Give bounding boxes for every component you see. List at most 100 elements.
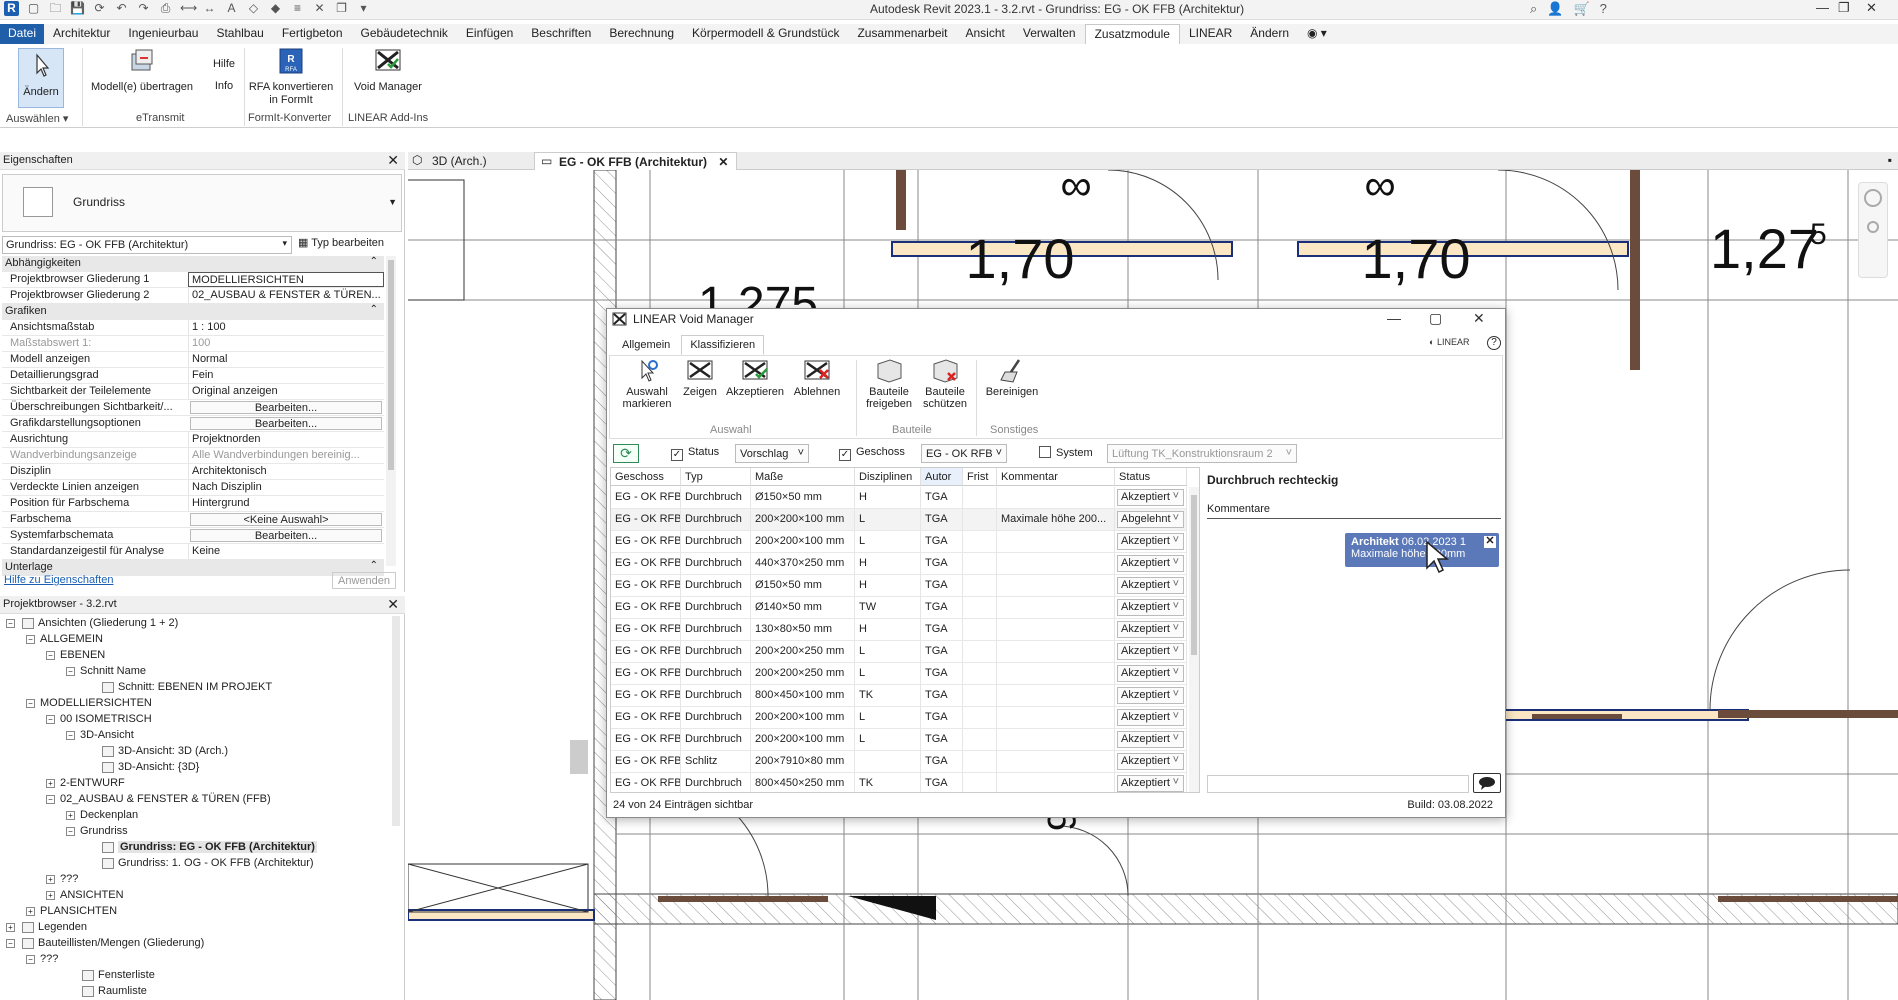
column-header[interactable]: Maße [751,468,855,485]
view-tab-eg-ok-ffb[interactable]: ▭ EG - OK FFB (Architektur) ✕ [534,152,738,170]
status-dropdown[interactable]: Akzeptiert [1115,619,1187,640]
dialog-help-icon[interactable]: ? [1487,336,1501,350]
browser-item[interactable]: − Bauteillisten/Mengen (Gliederung) [0,936,400,952]
project-browser-close-icon[interactable]: ✕ [387,596,399,613]
status-dropdown[interactable]: Akzeptiert [1115,663,1187,684]
browser-item[interactable]: + ANSICHTEN [0,888,400,904]
browser-item[interactable]: − Schnitt Name [0,664,400,680]
status-filter-checkbox[interactable]: ✓ Status [671,446,719,461]
property-edit-button[interactable]: Bearbeiten... [190,529,382,542]
collapse-toggle-icon[interactable]: − [66,667,75,676]
tab-zusatzmodule[interactable]: Zusatzmodule [1084,24,1180,44]
restore-button[interactable]: ❐ [1838,0,1850,16]
status-dropdown[interactable]: Akzeptiert [1115,641,1187,662]
new-icon[interactable]: ▢ [26,1,41,16]
property-value[interactable]: Hintergrund [188,496,384,511]
browser-item[interactable]: + PLANSICHTEN [0,904,400,920]
close-hidden-icon[interactable]: ✕ [312,1,327,16]
tab-einfuegen[interactable]: Einfügen [457,24,522,44]
auswahl-markieren-button[interactable]: Auswahl markieren [618,358,676,410]
browser-item[interactable]: Raumliste [0,984,400,1000]
browser-item[interactable]: −??? [0,952,400,968]
bereinigen-button[interactable]: Bereinigen [982,358,1042,398]
open-icon[interactable]: 🗀 [48,1,63,16]
expand-toggle-icon[interactable]: + [46,875,55,884]
browser-item[interactable]: +??? [0,872,400,888]
sync-icon[interactable]: ⟳ [92,1,107,16]
comment-input[interactable] [1207,775,1469,793]
dimension-icon[interactable]: ↔ [202,1,217,16]
tab-zusammenarbeit[interactable]: Zusammenarbeit [848,24,956,44]
status-dropdown[interactable]: Akzeptiert [1115,553,1187,574]
property-value[interactable]: 02_AUSBAU & FENSTER & TÜREN... [188,288,384,303]
info-button[interactable]: Info [208,80,240,93]
property-value[interactable]: Nach Disziplin [188,480,384,495]
rfa-konvertieren-button[interactable]: R RFA RFA konvertieren in FormIt [246,48,336,107]
property-value[interactable]: 1 : 100 [188,320,384,335]
geschoss-filter-dropdown[interactable]: EG - OK RFB ˅ [921,444,1007,463]
table-row[interactable]: EG - OK RFB Durchbruch 200×200×100 mm L TGA M… [611,509,1187,531]
collapse-toggle-icon[interactable]: − [6,939,15,948]
browser-item[interactable]: +2-ENTWURF [0,776,400,792]
system-filter-dropdown[interactable]: Lüftung TK_Konstruktionsraum 2 ˅ [1107,444,1297,463]
tab-architektur[interactable]: Architektur [44,24,119,44]
dialog-maximize-button[interactable]: ▢ [1429,310,1442,327]
tab-gebaeudetechnik[interactable]: Gebäudetechnik [352,24,457,44]
collapse-toggle-icon[interactable]: − [46,651,55,660]
help-icon[interactable]: ? [1600,1,1607,17]
type-selector[interactable]: Grundriss ▼ [2,174,402,232]
dialog-close-button[interactable]: ✕ [1473,310,1485,327]
comment-delete-icon[interactable]: ✕ [1484,536,1496,548]
expand-toggle-icon[interactable]: + [26,907,35,916]
column-header[interactable]: Status [1115,468,1187,485]
property-value[interactable]: Fein [188,368,384,383]
cart-icon[interactable]: 🛒 [1573,1,1589,17]
browser-item[interactable]: 3D-Ansicht: {3D} [0,760,400,776]
akzeptieren-button[interactable]: Akzeptieren [724,358,786,398]
view-tab-close-icon[interactable]: ✕ [718,155,728,169]
column-header[interactable]: Typ [681,468,751,485]
status-dropdown[interactable]: Akzeptiert [1115,487,1187,508]
status-dropdown[interactable]: Akzeptiert [1115,707,1187,728]
property-value[interactable]: Original anzeigen [188,384,384,399]
status-dropdown[interactable]: Abgelehnt [1115,509,1187,530]
column-header[interactable]: Autor [921,468,963,485]
aendern-button[interactable]: Ändern [18,48,64,108]
property-value[interactable]: Keine [188,544,384,559]
tab-ansicht[interactable]: Ansicht [957,24,1014,44]
table-row[interactable]: EG - OK RFB Durchbruch 440×370×250 mm H TGA A… [611,553,1187,575]
tab-berechnung[interactable]: Berechnung [600,24,683,44]
table-row[interactable]: EG - OK RFB Durchbruch Ø150×50 mm H TGA Akzep… [611,487,1187,509]
voids-table-scrollbar[interactable] [1189,487,1199,792]
property-value[interactable]: MODELLIERSICHTEN [188,272,384,287]
ribbon-options-icon[interactable]: ◉ ▾ [1298,24,1336,44]
browser-item[interactable]: − EBENEN [0,648,400,664]
properties-close-icon[interactable]: ✕ [387,152,399,169]
collapse-toggle-icon[interactable]: − [66,731,75,740]
browser-item[interactable]: + Deckenplan [0,808,400,824]
typ-bearbeiten-button[interactable]: ▦ Typ bearbeiten [298,236,384,249]
expand-toggle-icon[interactable]: + [46,779,55,788]
status-dropdown[interactable]: Akzeptiert [1115,729,1187,750]
table-row[interactable]: EG - OK RFB Durchbruch 200×200×250 mm L TGA A… [611,641,1187,663]
tab-fertigbeton[interactable]: Fertigbeton [273,24,352,44]
properties-help-link[interactable]: Hilfe zu Eigenschaften [4,574,113,586]
measure-icon[interactable]: ⟷ [180,1,197,16]
status-dropdown[interactable]: Akzeptiert [1115,773,1187,792]
tab-klassifizieren[interactable]: Klassifizieren [681,335,765,355]
refresh-button[interactable]: ⟳ [613,444,639,463]
bauteile-schuetzen-button[interactable]: Bauteile schützen [920,358,970,410]
thin-lines-icon[interactable]: ≡ [290,1,305,16]
column-header[interactable]: Kommentar [997,468,1115,485]
table-row[interactable]: EG - OK RFB Durchbruch Ø150×50 mm H TGA Akzep… [611,575,1187,597]
text-icon[interactable]: A [224,1,239,16]
3d-view-icon[interactable]: ◇ [246,1,261,16]
auswaehlen-group-label[interactable]: Auswählen ▾ [6,112,68,125]
hilfe-button[interactable]: Hilfe [208,58,240,71]
table-row[interactable]: EG - OK RFB Schlitz 200×7910×80 mm TGA Akzep… [611,751,1187,773]
navigation-bar[interactable] [1858,182,1888,278]
expand-toggle-icon[interactable]: + [6,923,15,932]
browser-item[interactable]: −00 ISOMETRISCH [0,712,400,728]
send-comment-button[interactable] [1473,773,1501,793]
ablehnen-button[interactable]: Ablehnen [790,358,844,398]
